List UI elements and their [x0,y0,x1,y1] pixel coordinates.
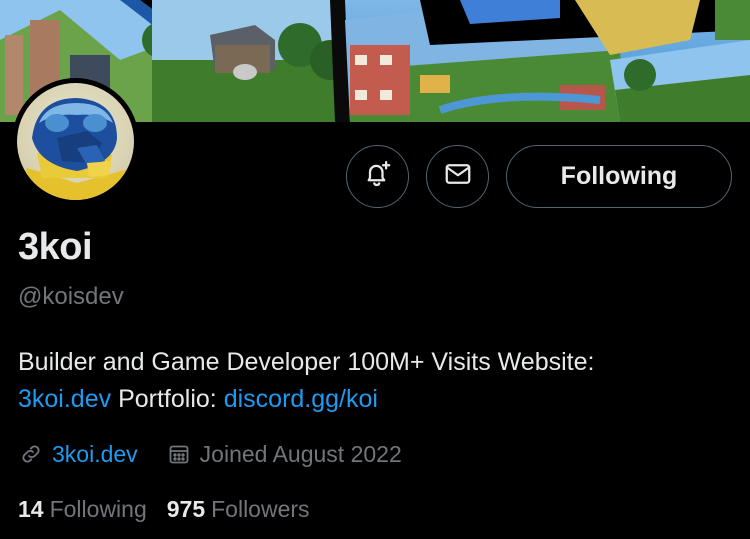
website-link[interactable]: 3koi.dev [52,441,138,468]
website-item: 3koi.dev [18,441,138,468]
follow-stats: 14 Following 975 Followers [18,496,330,523]
link-icon [18,441,44,467]
following-count-link[interactable]: 14 Following [18,496,147,523]
bio-website-link[interactable]: 3koi.dev [18,385,111,413]
followers-label: Followers [211,496,310,522]
bell-plus-icon [363,159,393,194]
envelope-icon [443,159,473,194]
calendar-icon [166,441,192,467]
followers-count-link[interactable]: 975 Followers [167,496,310,523]
bio-text: Builder and Game Developer 100M+ Visits … [18,348,595,376]
avatar-image [17,83,134,200]
handle: @koisdev [18,283,124,310]
bio-text: Portfolio: [118,385,217,413]
message-button[interactable] [426,145,489,208]
bio: Builder and Game Developer 100M+ Visits … [18,344,738,418]
followers-count: 975 [166,496,206,522]
following-label: Following [49,496,147,522]
profile-meta: 3koi.dev Joined August 2022 [18,439,430,469]
joined-item: Joined August 2022 [166,441,402,468]
following-button[interactable]: Following [506,145,732,208]
avatar[interactable] [12,78,139,205]
joined-date: Joined August 2022 [199,440,402,467]
notifications-button[interactable] [346,145,409,208]
display-name: 3koi [18,226,93,268]
bio-discord-link[interactable]: discord.gg/koi [224,385,378,413]
following-count: 14 [18,496,44,522]
